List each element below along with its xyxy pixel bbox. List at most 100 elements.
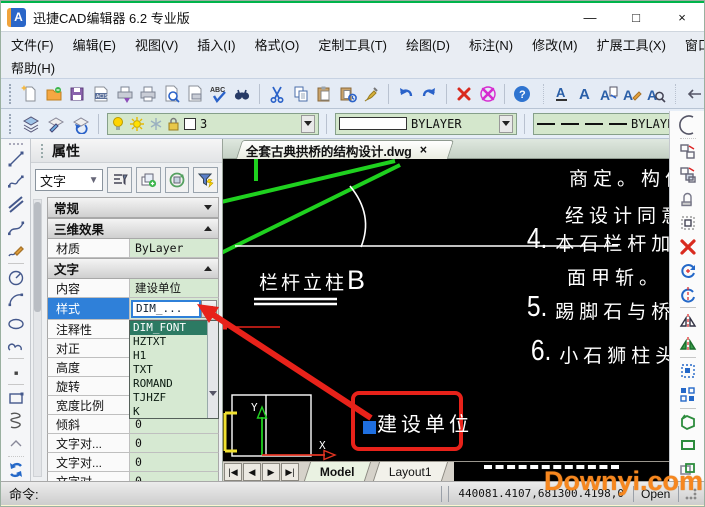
spline-tool-button[interactable]: [4, 216, 28, 239]
menu-modify[interactable]: 修改(M): [532, 35, 578, 54]
collapse-icon[interactable]: [204, 226, 212, 231]
print-preview-button[interactable]: [114, 83, 135, 104]
rectangle-tool-button[interactable]: [676, 434, 700, 458]
row-style-selected[interactable]: 样式 DIM_...: [47, 298, 219, 320]
helix-tool-button[interactable]: [4, 409, 28, 432]
layer-match-button[interactable]: [45, 113, 66, 134]
tab-nav-last-button[interactable]: ▶|: [281, 463, 299, 481]
properties-scrollbar[interactable]: [33, 199, 42, 477]
color-combo[interactable]: BYLAYER: [335, 112, 517, 135]
layer-properties-button[interactable]: [20, 113, 41, 134]
multiline-tool-button[interactable]: [4, 193, 28, 216]
find-button[interactable]: [232, 83, 253, 104]
document-tab[interactable]: 全套古典拱桥的结构设计.dwg ×: [235, 140, 455, 159]
style-combo-value[interactable]: DIM_...: [131, 299, 201, 318]
paste-special-button[interactable]: [337, 83, 358, 104]
rotate-axis-button[interactable]: [676, 282, 700, 306]
command-prompt[interactable]: 命令:: [9, 484, 39, 503]
scrollbar-thumb[interactable]: [34, 202, 41, 312]
menu-window[interactable]: 窗口(W): [685, 35, 704, 54]
style-combo-dropdown-button[interactable]: [201, 299, 217, 318]
layer-combo-arrow[interactable]: [301, 114, 315, 133]
text-find-button[interactable]: A: [646, 83, 667, 104]
arc-tool-button[interactable]: [676, 113, 700, 137]
mirror-button[interactable]: [676, 309, 700, 333]
delete-button[interactable]: [454, 83, 475, 104]
page-setup-button[interactable]: [185, 83, 206, 104]
filter-button[interactable]: [193, 167, 219, 193]
menu-view[interactable]: 视图(V): [135, 35, 178, 54]
line-tool-button[interactable]: [4, 147, 28, 170]
cut-button[interactable]: [267, 83, 288, 104]
toggle-value-button[interactable]: [164, 167, 190, 193]
help-button[interactable]: ?: [512, 83, 533, 104]
revision-cloud-tool-button[interactable]: [4, 334, 28, 357]
dropdown-option[interactable]: H1: [130, 349, 207, 363]
menu-format[interactable]: 格式(O): [255, 35, 300, 54]
copy-button[interactable]: [290, 83, 311, 104]
section-general[interactable]: 常规: [47, 197, 219, 218]
row-text-align-3[interactable]: 文字对0: [47, 472, 219, 481]
menu-dimension[interactable]: 标注(N): [469, 35, 513, 54]
add-to-selection-button[interactable]: [136, 167, 161, 193]
rotate-button[interactable]: [676, 258, 700, 282]
tab-nav-prev-button[interactable]: ◀: [243, 463, 261, 481]
circle-tool-button[interactable]: [4, 265, 28, 288]
export-acis-button[interactable]: ACIS: [91, 83, 112, 104]
row-text-align-2[interactable]: 文字对... 0: [47, 453, 219, 472]
menu-edit[interactable]: 编辑(E): [73, 35, 116, 54]
minimize-button[interactable]: —: [580, 10, 600, 25]
dropdown-option-selected[interactable]: DIM_FONT: [130, 321, 207, 335]
menu-custom-tools[interactable]: 定制工具(T): [318, 35, 387, 54]
delete-duplicates-button[interactable]: [477, 83, 498, 104]
collapse-icon[interactable]: [204, 205, 212, 210]
redo-button[interactable]: [419, 83, 440, 104]
collapse-icon[interactable]: [204, 266, 212, 271]
style-combo[interactable]: DIM_...: [130, 298, 218, 319]
dropdown-option[interactable]: TXT: [130, 363, 207, 377]
layer-combo[interactable]: 3: [107, 112, 319, 135]
menu-help[interactable]: 帮助(H): [11, 58, 55, 77]
drawing-canvas[interactable]: Y X 商定。构件 经设计同意 4.本石栏杆加 面甲斩。 5.踢脚石与桥 6.小…: [223, 159, 669, 461]
tab-nav-first-button[interactable]: |◀: [224, 463, 242, 481]
scale-button[interactable]: [676, 359, 700, 383]
quick-select-button[interactable]: [107, 167, 133, 193]
ellipse-tool-button[interactable]: [4, 311, 28, 334]
save-button[interactable]: [67, 83, 88, 104]
paste-button[interactable]: [314, 83, 335, 104]
color-combo-arrow[interactable]: [499, 114, 513, 133]
copy-nested-button[interactable]: [676, 163, 700, 187]
explode-button[interactable]: [676, 410, 700, 434]
point-tool-button[interactable]: [4, 360, 28, 383]
text-style-button[interactable]: A: [622, 83, 643, 104]
select-window-button[interactable]: [676, 211, 700, 235]
scroll-up-button[interactable]: [4, 432, 28, 455]
row-content[interactable]: 内容 建设单位: [47, 279, 219, 298]
section-3d-effects[interactable]: 三维效果: [47, 218, 219, 239]
scroll-down-icon[interactable]: [209, 391, 217, 396]
pan-left-button[interactable]: [683, 83, 704, 104]
array-button[interactable]: [676, 383, 700, 407]
polyline-tool-button[interactable]: [4, 170, 28, 193]
menu-express-tools[interactable]: 扩展工具(X): [597, 35, 666, 54]
dropdown-option[interactable]: TJHZF: [130, 391, 207, 405]
preview-button[interactable]: [161, 83, 182, 104]
text-edit-button[interactable]: A: [599, 83, 620, 104]
unit-label[interactable]: 建设单位: [377, 408, 473, 437]
menu-file[interactable]: 文件(F): [11, 35, 54, 54]
refresh-tool-button[interactable]: [4, 458, 28, 481]
dropdown-scrollbar[interactable]: [207, 321, 218, 418]
dropdown-option[interactable]: ROMAND: [130, 377, 207, 391]
spell-check-button[interactable]: ABC: [209, 83, 230, 104]
maximize-button[interactable]: □: [626, 10, 646, 25]
rectangle-tool-button[interactable]: [4, 386, 28, 409]
erase-button[interactable]: [676, 235, 700, 259]
row-material[interactable]: 材质 ByLayer: [47, 239, 219, 258]
tab-model[interactable]: Model: [303, 462, 371, 481]
selection-grip[interactable]: [363, 421, 376, 434]
new-file-button[interactable]: [20, 83, 41, 104]
menu-draw[interactable]: 绘图(D): [406, 35, 450, 54]
menu-insert[interactable]: 插入(I): [197, 35, 235, 54]
object-type-select[interactable]: 文字 ▼: [35, 169, 104, 191]
dropdown-option[interactable]: HZTXT: [130, 335, 207, 349]
